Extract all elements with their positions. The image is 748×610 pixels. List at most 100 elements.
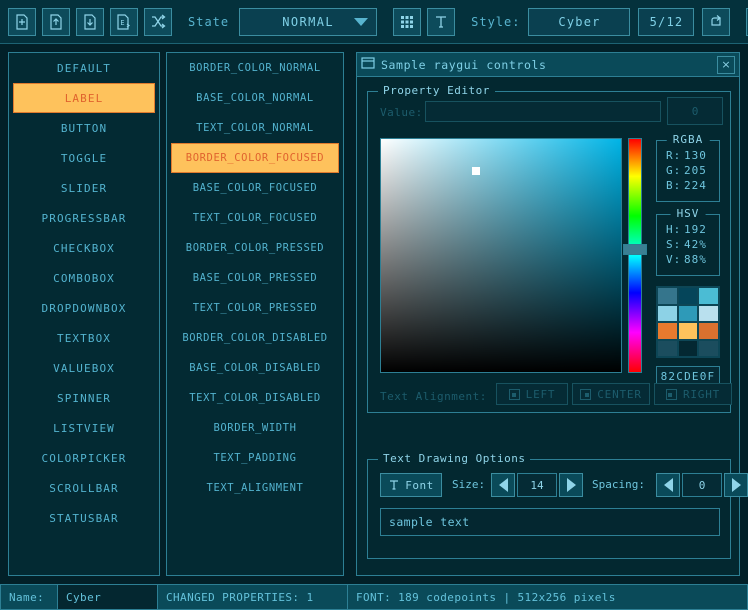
- palette-swatch-5[interactable]: [699, 306, 718, 322]
- palette-swatch-0[interactable]: [658, 288, 677, 304]
- grid-toggle-button[interactable]: [393, 8, 421, 36]
- property-item-base-color-pressed[interactable]: BASE_COLOR_PRESSED: [171, 263, 339, 293]
- property-item-text-alignment[interactable]: TEXT_ALIGNMENT: [171, 473, 339, 503]
- palette-swatch-7[interactable]: [679, 323, 698, 339]
- control-item-listview[interactable]: LISTVIEW: [13, 413, 155, 443]
- property-item-text-color-focused[interactable]: TEXT_COLOR_FOCUSED: [171, 203, 339, 233]
- status-name-label: Name:: [0, 584, 58, 610]
- palette-swatch-4[interactable]: [679, 306, 698, 322]
- reload-style-button[interactable]: [702, 8, 730, 36]
- state-dropdown[interactable]: NORMAL: [239, 8, 377, 36]
- value-number-field[interactable]: 0: [667, 97, 723, 125]
- control-item-label[interactable]: LABEL: [13, 83, 155, 113]
- status-changed-properties: CHANGED PROPERTIES: 1: [158, 584, 348, 610]
- property-item-border-color-disabled[interactable]: BORDER_COLOR_DISABLED: [171, 323, 339, 353]
- property-item-base-color-focused[interactable]: BASE_COLOR_FOCUSED: [171, 173, 339, 203]
- property-item-border-color-focused[interactable]: BORDER_COLOR_FOCUSED: [171, 143, 339, 173]
- size-value-field[interactable]: 14: [517, 473, 557, 497]
- style-count-field[interactable]: 5/12: [638, 8, 694, 36]
- shuffle-style-button[interactable]: [144, 8, 172, 36]
- rgba-g-row: G: 205: [657, 163, 719, 178]
- control-item-slider[interactable]: SLIDER: [13, 173, 155, 203]
- property-item-text-color-normal[interactable]: TEXT_COLOR_NORMAL: [171, 113, 339, 143]
- property-item-base-color-disabled[interactable]: BASE_COLOR_DISABLED: [171, 353, 339, 383]
- state-dropdown-value: NORMAL: [282, 15, 334, 29]
- spacing-value-field[interactable]: 0: [682, 473, 722, 497]
- hue-slider-knob[interactable]: [623, 244, 647, 255]
- align-right-button[interactable]: RIGHT: [654, 383, 732, 405]
- text-drawing-options-group: Text Drawing Options Font Size: 14 Spaci…: [367, 459, 731, 559]
- color-picker-hue-bar[interactable]: [628, 138, 642, 373]
- spacing-decrement-button[interactable]: [656, 473, 680, 497]
- align-right-icon: [666, 389, 677, 400]
- property-item-border-color-normal[interactable]: BORDER_COLOR_NORMAL: [171, 53, 339, 83]
- control-item-combobox[interactable]: COMBOBOX: [13, 263, 155, 293]
- control-item-default[interactable]: DEFAULT: [13, 53, 155, 83]
- font-T-icon: [388, 479, 400, 491]
- control-item-checkbox[interactable]: CHECKBOX: [13, 233, 155, 263]
- control-item-statusbar[interactable]: STATUSBAR: [13, 503, 155, 533]
- hsv-title: HSV: [671, 207, 706, 220]
- palette-swatch-9[interactable]: [658, 341, 677, 357]
- export-style-button[interactable]: E: [110, 8, 138, 36]
- control-item-textbox[interactable]: TEXTBOX: [13, 323, 155, 353]
- style-name-field[interactable]: Cyber: [528, 8, 630, 36]
- state-label: State: [188, 15, 229, 29]
- hsv-s-value: 42%: [684, 238, 707, 251]
- palette-swatch-2[interactable]: [699, 288, 718, 304]
- control-item-progressbar[interactable]: PROGRESSBAR: [13, 203, 155, 233]
- window-titlebar[interactable]: Sample raygui controls ×: [357, 53, 739, 77]
- property-item-text-padding[interactable]: TEXT_PADDING: [171, 443, 339, 473]
- palette-swatch-11[interactable]: [699, 341, 718, 357]
- size-increment-button[interactable]: [559, 473, 583, 497]
- palette-swatch-8[interactable]: [699, 323, 718, 339]
- control-item-scrollbar[interactable]: SCROLLBAR: [13, 473, 155, 503]
- sample-text-input[interactable]: sample text: [380, 508, 720, 536]
- align-left-icon: [509, 389, 520, 400]
- control-item-valuebox[interactable]: VALUEBOX: [13, 353, 155, 383]
- rgba-title: RGBA: [667, 133, 710, 146]
- properties-listview[interactable]: BORDER_COLOR_NORMALBASE_COLOR_NORMALTEXT…: [166, 52, 344, 576]
- hsv-s-row: S: 42%: [657, 237, 719, 252]
- status-name-input[interactable]: Cyber: [58, 584, 158, 610]
- property-item-border-color-pressed[interactable]: BORDER_COLOR_PRESSED: [171, 233, 339, 263]
- new-style-button[interactable]: [8, 8, 36, 36]
- font-button[interactable]: Font: [380, 473, 442, 497]
- control-item-dropdownbox[interactable]: DROPDOWNBOX: [13, 293, 155, 323]
- spacing-increment-button[interactable]: [724, 473, 748, 497]
- size-decrement-button[interactable]: [491, 473, 515, 497]
- hsv-s-label: S:: [666, 238, 678, 251]
- control-item-toggle[interactable]: TOGGLE: [13, 143, 155, 173]
- arrow-right-icon: [567, 478, 576, 492]
- palette-swatch-6[interactable]: [658, 323, 677, 339]
- save-style-button[interactable]: [76, 8, 104, 36]
- text-alignment-toggle-group[interactable]: LEFT CENTER RIGHT: [496, 383, 732, 405]
- control-item-button[interactable]: BUTTON: [13, 113, 155, 143]
- hsv-v-row: V: 88%: [657, 252, 719, 267]
- align-center-button[interactable]: CENTER: [572, 383, 650, 405]
- control-item-colorpicker[interactable]: COLORPICKER: [13, 443, 155, 473]
- palette-swatch-3[interactable]: [658, 306, 677, 322]
- arrow-left-icon: [664, 478, 673, 492]
- color-picker-cursor[interactable]: [472, 167, 480, 175]
- property-item-border-width[interactable]: BORDER_WIDTH: [171, 413, 339, 443]
- close-icon[interactable]: ×: [717, 56, 735, 74]
- color-picker-sv-area[interactable]: [380, 138, 622, 373]
- property-item-text-color-pressed[interactable]: TEXT_COLOR_PRESSED: [171, 293, 339, 323]
- window-icon: [361, 55, 375, 74]
- font-atlas-button[interactable]: [427, 8, 455, 36]
- property-item-base-color-normal[interactable]: BASE_COLOR_NORMAL: [171, 83, 339, 113]
- property-item-text-color-disabled[interactable]: TEXT_COLOR_DISABLED: [171, 383, 339, 413]
- load-style-button[interactable]: [42, 8, 70, 36]
- controls-listview[interactable]: DEFAULTLABELBUTTONTOGGLESLIDERPROGRESSBA…: [8, 52, 160, 576]
- align-center-icon: [580, 389, 591, 400]
- color-palette[interactable]: [656, 286, 720, 358]
- property-editor-group: Property Editor Value: 0 RGBA R: 130 G: …: [367, 91, 731, 413]
- sample-controls-window: Sample raygui controls × Property Editor…: [356, 52, 740, 576]
- text-drawing-options-title: Text Drawing Options: [378, 452, 530, 465]
- palette-swatch-10[interactable]: [679, 341, 698, 357]
- value-input[interactable]: [425, 101, 661, 122]
- align-left-button[interactable]: LEFT: [496, 383, 568, 405]
- control-item-spinner[interactable]: SPINNER: [13, 383, 155, 413]
- palette-swatch-1[interactable]: [679, 288, 698, 304]
